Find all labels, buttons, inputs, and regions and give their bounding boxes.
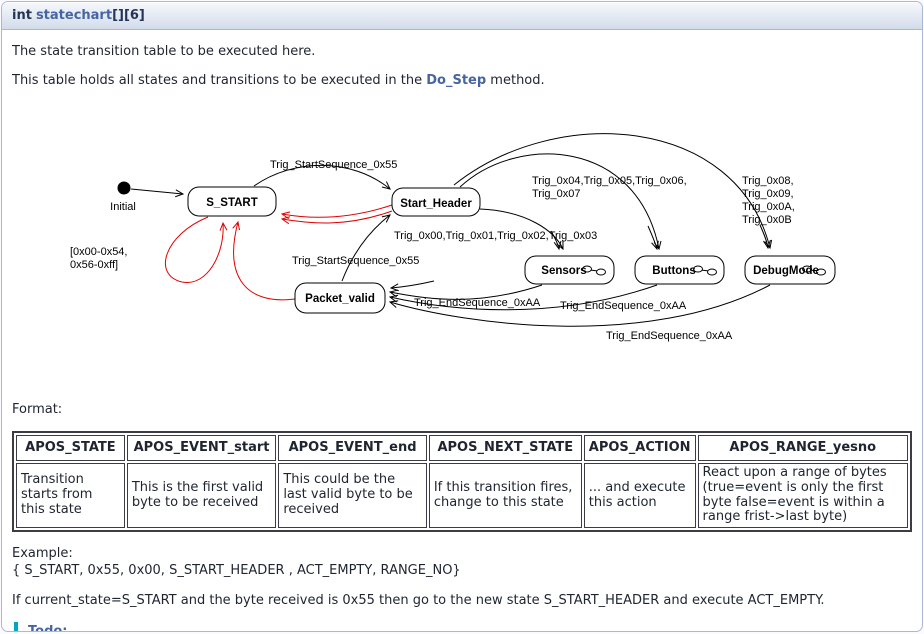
format-table-body-row: Transition starts from this state This i… xyxy=(16,463,908,528)
edge-label-trig-04-06: Trig_0x04,Trig_0x05,Trig_0x06, xyxy=(532,175,687,187)
cell-apos-event-start: This is the first valid byte to be recei… xyxy=(127,463,276,528)
statechart-diagram: S_START Start_Header Sensors Buttons Deb… xyxy=(12,118,916,388)
format-label: Format: xyxy=(12,402,912,417)
description-line-2-before: This table holds all states and transiti… xyxy=(12,73,426,88)
cell-apos-next-state: If this transition fires, change to this… xyxy=(429,463,582,528)
example-explanation: If current_state=S_START and the byte re… xyxy=(12,593,912,608)
edge-startheader-to-sensors xyxy=(480,209,563,249)
edge-label-range-1: [0x00-0x54, xyxy=(70,246,127,258)
col-header-apos-range-yesno: APOS_RANGE_yesno xyxy=(698,435,908,461)
edge-label-trig-08: Trig_0x08, xyxy=(742,175,794,187)
member-name-link[interactable]: statechart xyxy=(36,8,112,23)
member-array-suffix: [][6] xyxy=(112,8,145,23)
edge-label-trig-00-03: Trig_0x00,Trig_0x01,Trig_0x02,Trig_0x03 xyxy=(394,230,597,242)
statechart-diagram-container: S_START Start_Header Sensors Buttons Deb… xyxy=(12,118,912,388)
state-label-buttons: Buttons xyxy=(652,265,695,277)
example-code: { S_START, 0x55, 0x00, S_START_HEADER , … xyxy=(12,563,461,578)
edge-startheader-to-sstart-1 xyxy=(282,205,392,217)
initial-state-dot xyxy=(118,182,130,194)
col-header-apos-event-end: APOS_EVENT_end xyxy=(278,435,427,461)
edge-label-trig-07: Trig_0x07 xyxy=(532,188,581,200)
todo-block: Todo: Update the diagram xyxy=(14,622,912,632)
cell-apos-action: ... and execute this action xyxy=(584,463,696,528)
description-line-2-after: method. xyxy=(486,73,544,88)
member-title-bar: int statechart[][6] xyxy=(2,2,922,30)
do-step-link[interactable]: Do_Step xyxy=(426,73,486,88)
edge-sstart-selfloop xyxy=(165,217,223,283)
state-label-s-start: S_START xyxy=(206,197,258,209)
member-doc-body: The state transition table to be execute… xyxy=(2,44,922,632)
member-type: int xyxy=(12,8,32,23)
initial-state-label: Initial xyxy=(110,201,136,213)
edge-label-end-3: Trig_EndSequence_0xAA xyxy=(606,330,733,342)
edge-initial-to-sstart xyxy=(131,189,183,194)
state-label-debugmode: DebugMode xyxy=(753,265,819,277)
edge-label-seq-top: Trig_StartSequence_0x55 xyxy=(270,159,397,171)
description-line-2: This table holds all states and transiti… xyxy=(12,73,912,88)
description-line-1: The state transition table to be execute… xyxy=(12,44,912,59)
col-header-apos-event-start: APOS_EVENT_start xyxy=(127,435,276,461)
edge-label-seq-mid: Trig_StartSequence_0x55 xyxy=(292,255,419,267)
edge-packetvalid-to-sstart xyxy=(234,222,295,300)
edge-label-range-2: 0x56-0xff] xyxy=(70,259,118,271)
member-doc-card: int statechart[][6] The state transition … xyxy=(1,1,923,632)
example-block: Example: { S_START, 0x55, 0x00, S_START_… xyxy=(12,546,912,579)
state-label-sensors: Sensors xyxy=(541,265,586,277)
col-header-apos-next-state: APOS_NEXT_STATE xyxy=(429,435,582,461)
edge-label-trig-09: Trig_0x09, xyxy=(742,188,794,200)
cell-apos-state: Transition starts from this state xyxy=(16,463,125,528)
example-label: Example: xyxy=(12,546,73,561)
state-label-start-header: Start_Header xyxy=(400,198,472,210)
edge-packetvalid-to-startheader xyxy=(342,215,390,281)
cell-apos-range-yesno: React upon a range of bytes (true=event … xyxy=(698,463,908,528)
todo-label: Todo: xyxy=(28,624,912,632)
edge-label-trig-0a: Trig_0x0A, xyxy=(742,201,795,213)
state-label-packet-valid: Packet_valid xyxy=(305,293,375,305)
format-table-header-row: APOS_STATE APOS_EVENT_start APOS_EVENT_e… xyxy=(16,435,908,461)
edge-label-end-1: Trig_EndSequence_0xAA xyxy=(414,297,541,309)
edge-to-packetvalid-stub xyxy=(391,281,434,288)
col-header-apos-action: APOS_ACTION xyxy=(584,435,696,461)
edge-label-end-2: Trig_EndSequence_0xAA xyxy=(560,300,687,312)
format-table: APOS_STATE APOS_EVENT_start APOS_EVENT_e… xyxy=(12,431,912,532)
edge-startheader-to-buttons-2 xyxy=(648,226,657,249)
cell-apos-event-end: This could be the last valid byte to be … xyxy=(278,463,427,528)
edge-label-trig-0b: Trig_0x0B xyxy=(742,214,792,226)
col-header-apos-state: APOS_STATE xyxy=(16,435,125,461)
